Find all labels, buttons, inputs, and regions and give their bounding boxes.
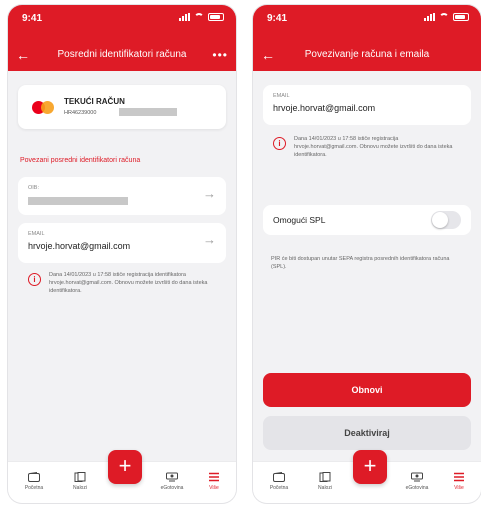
email-label: EMAIL xyxy=(28,231,45,237)
cash-icon xyxy=(411,472,423,482)
info-icon: i xyxy=(28,273,41,286)
tab-home-label: Početna xyxy=(24,485,44,491)
page-title: Povezivanje računa i emaila xyxy=(304,49,430,60)
page-title: Posredni identifikatori računa xyxy=(57,49,187,60)
oib-mask xyxy=(28,197,128,205)
tab-more[interactable]: Više xyxy=(439,472,479,491)
tab-home-label: Početna xyxy=(269,485,289,491)
documents-icon xyxy=(74,472,86,482)
tab-ecash[interactable]: eGotovina xyxy=(397,472,437,491)
tab-bar: Početna Nalozi + eGotovina Više xyxy=(253,450,481,503)
status-bar: 9:41 xyxy=(267,13,469,27)
app-header: 9:41 ← Povezivanje računa i emaila xyxy=(253,5,481,71)
status-time: 9:41 xyxy=(22,13,43,24)
nav-bar: ← Posredni identifikatori računa ••• xyxy=(8,45,236,65)
right-screen: 9:41 ← Povezivanje računa i emaila EMAIL… xyxy=(253,5,481,503)
email-value: hrvoje.horvat@gmail.com xyxy=(28,241,131,251)
tab-more[interactable]: Više xyxy=(194,472,234,491)
wifi-icon xyxy=(194,13,204,21)
wallet-icon xyxy=(273,472,285,482)
status-time: 9:41 xyxy=(267,13,288,24)
nav-bar: ← Povezivanje računa i emaila xyxy=(253,45,481,65)
menu-icon xyxy=(454,472,464,482)
renew-button[interactable]: Obnovi xyxy=(263,373,471,407)
deactivate-button[interactable]: Deaktiviraj xyxy=(263,416,471,450)
tab-orders[interactable]: Nalozi xyxy=(60,472,100,491)
arrow-right-icon[interactable]: → xyxy=(203,232,216,247)
status-icons xyxy=(424,13,469,21)
tab-bar: Početna Nalozi + eGotovina Više xyxy=(8,450,236,503)
iban-mask xyxy=(119,108,177,116)
tab-ecash-label: eGotovina xyxy=(160,485,184,491)
signal-icon xyxy=(179,13,190,21)
add-button[interactable]: + xyxy=(108,450,142,484)
spl-note: PIR će biti dostupan unutar SEPA registr… xyxy=(271,256,450,270)
tab-orders-label: Nalozi xyxy=(73,485,87,491)
documents-icon xyxy=(319,472,331,482)
info-icon: i xyxy=(273,137,286,150)
more-icon[interactable]: ••• xyxy=(212,45,228,65)
info-text: Dana 14/01/2023 u 17:58 ističe registrac… xyxy=(49,272,208,294)
left-screen: 9:41 ← Posredni identifikatori računa ••… xyxy=(8,5,236,503)
tab-ecash-label: eGotovina xyxy=(405,485,429,491)
account-iban: HR46239000 xyxy=(64,110,97,116)
tab-more-label: Više xyxy=(209,485,219,491)
oib-field[interactable]: OIB: → xyxy=(18,177,226,215)
battery-icon xyxy=(453,13,469,21)
spl-toggle-row: Omogući SPL xyxy=(263,205,471,235)
add-button[interactable]: + xyxy=(353,450,387,484)
arrow-right-icon[interactable]: → xyxy=(203,186,216,201)
tab-ecash[interactable]: eGotovina xyxy=(152,472,192,491)
wifi-icon xyxy=(439,13,449,21)
tab-orders[interactable]: Nalozi xyxy=(305,472,345,491)
wallet-icon xyxy=(28,472,40,482)
email-field: EMAIL hrvoje.horvat@gmail.com xyxy=(263,85,471,125)
mastercard-logo xyxy=(32,101,54,114)
status-icons xyxy=(179,13,224,21)
info-text: Dana 14/01/2023 u 17:58 ističe registrac… xyxy=(294,136,453,158)
app-header: 9:41 ← Posredni identifikatori računa ••… xyxy=(8,5,236,71)
spl-toggle[interactable] xyxy=(431,211,461,229)
cash-icon xyxy=(166,472,178,482)
tab-home[interactable]: Početna xyxy=(259,472,299,491)
section-title: Povezani posredni identifikatori računa xyxy=(20,157,141,164)
info-message: i Dana 14/01/2023 u 17:58 ističe registr… xyxy=(28,271,218,295)
toggle-knob xyxy=(432,212,448,228)
oib-label: OIB: xyxy=(28,185,40,191)
tab-more-label: Više xyxy=(454,485,464,491)
email-field[interactable]: EMAIL hrvoje.horvat@gmail.com → xyxy=(18,223,226,263)
email-label: EMAIL xyxy=(273,93,290,99)
email-value: hrvoje.horvat@gmail.com xyxy=(273,103,376,113)
info-message: i Dana 14/01/2023 u 17:58 ističe registr… xyxy=(273,135,463,159)
account-name: TEKUĆI RAČUN xyxy=(64,97,125,106)
spl-label: Omogući SPL xyxy=(273,215,326,225)
signal-icon xyxy=(424,13,435,21)
status-bar: 9:41 xyxy=(22,13,224,27)
tab-home[interactable]: Početna xyxy=(14,472,54,491)
menu-icon xyxy=(209,472,219,482)
battery-icon xyxy=(208,13,224,21)
account-card[interactable]: TEKUĆI RAČUN HR46239000 xyxy=(18,85,226,129)
tab-orders-label: Nalozi xyxy=(318,485,332,491)
